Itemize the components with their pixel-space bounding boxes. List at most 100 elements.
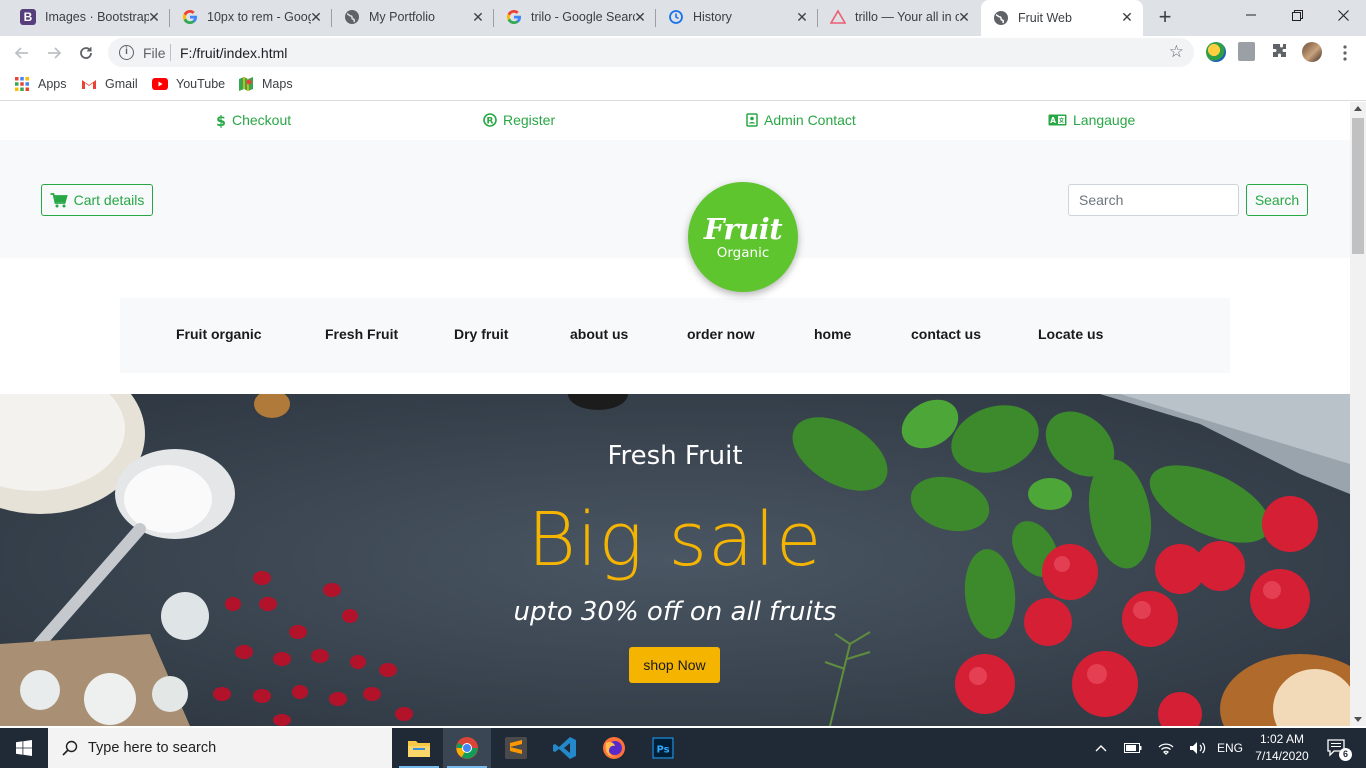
bookmark-star-icon[interactable]: ☆ <box>1169 42 1184 62</box>
bookmark-label: Gmail <box>105 77 138 91</box>
site-logo[interactable]: Fruit Organic <box>688 182 798 292</box>
windows-taskbar: Type here to search Ps ENG 1:02 AM 7/14/… <box>0 728 1366 768</box>
notification-count-badge: 6 <box>1339 748 1352 761</box>
logo-main-text: Fruit <box>703 211 783 246</box>
taskbar-search[interactable]: Type here to search <box>48 728 392 768</box>
browser-tab[interactable]: My Portfolio ✕ <box>332 0 494 34</box>
checkout-link[interactable]: $ Checkout <box>216 112 291 128</box>
svg-text:R: R <box>487 117 494 127</box>
language-label: Langauge <box>1073 112 1136 128</box>
search-input[interactable] <box>1068 184 1239 216</box>
bookmarks-bar: Apps Gmail YouTube Maps <box>0 69 1366 101</box>
address-scheme-label: File <box>143 45 166 61</box>
page-scrollbar[interactable] <box>1350 102 1366 726</box>
menu-item-home[interactable]: home <box>814 326 851 342</box>
menu-item-fresh-fruit[interactable]: Fresh Fruit <box>325 326 398 342</box>
address-divider <box>170 44 171 61</box>
search-button[interactable]: Search <box>1246 184 1308 216</box>
input-language-indicator[interactable]: ENG <box>1214 728 1246 768</box>
top-links-bar: $ Checkout R Register Admin Contact A La… <box>0 102 1350 140</box>
address-url[interactable]: F:/fruit/index.html <box>180 45 287 61</box>
browser-tab[interactable]: 10px to rem - Google ✕ <box>170 0 332 34</box>
wifi-icon[interactable] <box>1154 728 1178 768</box>
bookmark-apps[interactable]: Apps <box>14 76 67 92</box>
pdf-extension-icon[interactable] <box>1238 42 1255 61</box>
logo-sub-text: Organic <box>716 244 770 261</box>
firefox-icon[interactable] <box>590 728 638 768</box>
menu-item-dry-fruit[interactable]: Dry fruit <box>454 326 508 342</box>
scroll-down-arrow-icon[interactable] <box>1354 717 1362 722</box>
shop-now-button[interactable]: shop Now <box>629 647 720 683</box>
photoshop-icon[interactable]: Ps <box>639 728 687 768</box>
back-button[interactable] <box>9 40 35 66</box>
battery-icon[interactable] <box>1122 728 1144 768</box>
browser-tab[interactable]: History ✕ <box>656 0 818 34</box>
close-tab-icon[interactable]: ✕ <box>308 9 324 25</box>
bookmark-youtube[interactable]: YouTube <box>152 76 225 92</box>
admin-contact-link[interactable]: Admin Contact <box>746 112 856 128</box>
close-tab-icon[interactable]: ✕ <box>146 9 162 25</box>
browser-tab[interactable]: B Images · Bootstrap ✕ <box>8 0 170 34</box>
tab-title: 10px to rem - Google <box>207 10 311 24</box>
close-window-button[interactable] <box>1320 0 1366 30</box>
menu-item-about-us[interactable]: about us <box>570 326 628 342</box>
apps-grid-icon <box>14 76 30 92</box>
browser-tab-active[interactable]: Fruit Web ✕ <box>981 0 1143 36</box>
bookmark-label: Apps <box>38 77 67 91</box>
bookmark-gmail[interactable]: Gmail <box>81 76 138 92</box>
clock-time: 1:02 AM <box>1259 732 1305 746</box>
scroll-up-arrow-icon[interactable] <box>1354 106 1362 111</box>
cart-details-label: Cart details <box>73 192 145 208</box>
register-link[interactable]: R Register <box>483 112 555 128</box>
browser-tab[interactable]: trillo — Your all in one ✕ <box>818 0 980 34</box>
minimize-button[interactable] <box>1228 0 1274 30</box>
close-tab-icon[interactable]: ✕ <box>956 9 972 25</box>
info-icon[interactable]: i <box>119 45 134 60</box>
bookmark-maps[interactable]: Maps <box>238 76 293 92</box>
close-tab-icon[interactable]: ✕ <box>470 9 486 25</box>
address-bar[interactable]: i File F:/fruit/index.html ☆ <box>108 38 1194 67</box>
extension-globe-icon[interactable] <box>1206 42 1226 62</box>
menu-item-order-now[interactable]: order now <box>687 326 755 342</box>
chrome-icon[interactable] <box>443 728 491 768</box>
new-tab-button[interactable]: + <box>1153 6 1177 30</box>
close-tab-icon[interactable]: ✕ <box>794 9 810 25</box>
sublime-text-icon[interactable] <box>492 728 540 768</box>
hero-subtitle: Fresh Fruit <box>607 441 743 471</box>
browser-tab[interactable]: trilo - Google Search ✕ <box>494 0 656 34</box>
shop-now-label: shop Now <box>643 657 706 673</box>
google-icon <box>182 9 198 25</box>
tab-title: trilo - Google Search <box>531 10 635 24</box>
notification-center-button[interactable]: 6 <box>1320 728 1354 768</box>
tab-title: History <box>693 10 732 24</box>
menu-item-contact-us[interactable]: contact us <box>911 326 981 342</box>
page-viewport: $ Checkout R Register Admin Contact A La… <box>0 102 1350 726</box>
taskbar-clock[interactable]: 1:02 AM 7/14/2020 <box>1247 731 1317 765</box>
menu-item-fruit-organic[interactable]: Fruit organic <box>176 326 262 342</box>
close-tab-icon[interactable]: ✕ <box>632 9 648 25</box>
menu-item-locate-us[interactable]: Locate us <box>1038 326 1103 342</box>
reload-button[interactable] <box>73 40 99 66</box>
bookmark-label: Maps <box>262 77 293 91</box>
registered-icon: R <box>483 113 497 127</box>
restore-button[interactable] <box>1274 0 1320 30</box>
menu-kebab-icon[interactable] <box>1332 40 1358 66</box>
language-link[interactable]: A Langauge <box>1048 112 1135 128</box>
cart-details-button[interactable]: Cart details <box>41 184 153 216</box>
close-tab-icon[interactable]: ✕ <box>1119 9 1135 25</box>
file-explorer-icon[interactable] <box>395 728 443 768</box>
extensions-puzzle-icon[interactable] <box>1270 42 1290 62</box>
volume-icon[interactable] <box>1186 728 1210 768</box>
start-button[interactable] <box>0 728 48 768</box>
hero-title: Big sale <box>527 497 823 583</box>
bootstrap-icon: B <box>20 9 36 25</box>
show-hidden-icons-chevron-icon[interactable] <box>1090 728 1112 768</box>
globe-icon <box>344 9 360 25</box>
windows-logo-icon <box>16 740 32 756</box>
forward-button[interactable] <box>41 40 67 66</box>
checkout-label: Checkout <box>232 112 292 128</box>
main-menu: Fruit organic Fresh Fruit Dry fruit abou… <box>120 298 1230 373</box>
scrollbar-thumb[interactable] <box>1352 118 1364 254</box>
vscode-icon[interactable] <box>541 728 589 768</box>
profile-avatar[interactable] <box>1302 42 1322 62</box>
